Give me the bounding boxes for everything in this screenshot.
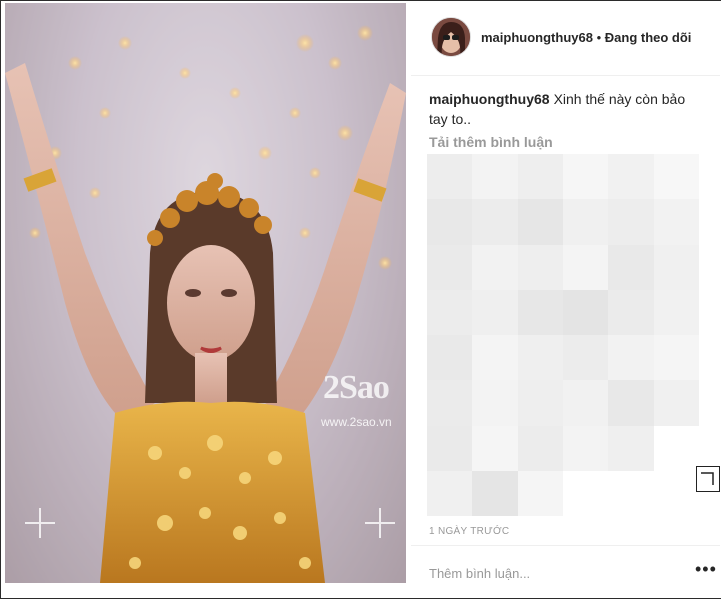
photo-illustration bbox=[5, 3, 406, 583]
avatar-image bbox=[432, 18, 470, 56]
post-photo[interactable]: 2Sao www.2sao.vn bbox=[5, 3, 406, 583]
add-comment-input[interactable] bbox=[429, 562, 669, 584]
corner-arrow-icon bbox=[701, 472, 714, 485]
pixelated-comments bbox=[427, 154, 699, 516]
comment-bar: ••• bbox=[411, 545, 720, 598]
resize-handle[interactable] bbox=[696, 466, 720, 492]
more-options-icon[interactable]: ••• bbox=[695, 560, 716, 580]
avatar[interactable] bbox=[431, 17, 471, 57]
caption-username[interactable]: maiphuongthuy68 bbox=[429, 91, 550, 107]
header-separator: • bbox=[596, 30, 602, 45]
header-username[interactable]: maiphuongthuy68 bbox=[481, 30, 593, 45]
header-text: maiphuongthuy68 • Đang theo dõi bbox=[481, 30, 691, 45]
watermark-logo: 2Sao bbox=[323, 369, 390, 406]
post-header: maiphuongthuy68 • Đang theo dõi bbox=[411, 1, 720, 76]
load-more-comments-link[interactable]: Tải thêm bình luận bbox=[429, 134, 553, 150]
post-side-panel: maiphuongthuy68 • Đang theo dõi maiphuon… bbox=[411, 1, 721, 598]
follow-status-button[interactable]: Đang theo dõi bbox=[605, 30, 692, 45]
watermark-url: www.2sao.vn bbox=[321, 415, 392, 429]
instagram-post-window: 2Sao www.2sao.vn maiphuongthuy68 • Đang … bbox=[0, 0, 721, 599]
post-timestamp: 1 NGÀY TRƯỚC bbox=[429, 526, 510, 537]
post-caption: maiphuongthuy68 Xinh thế này còn bảo tay … bbox=[429, 89, 704, 129]
